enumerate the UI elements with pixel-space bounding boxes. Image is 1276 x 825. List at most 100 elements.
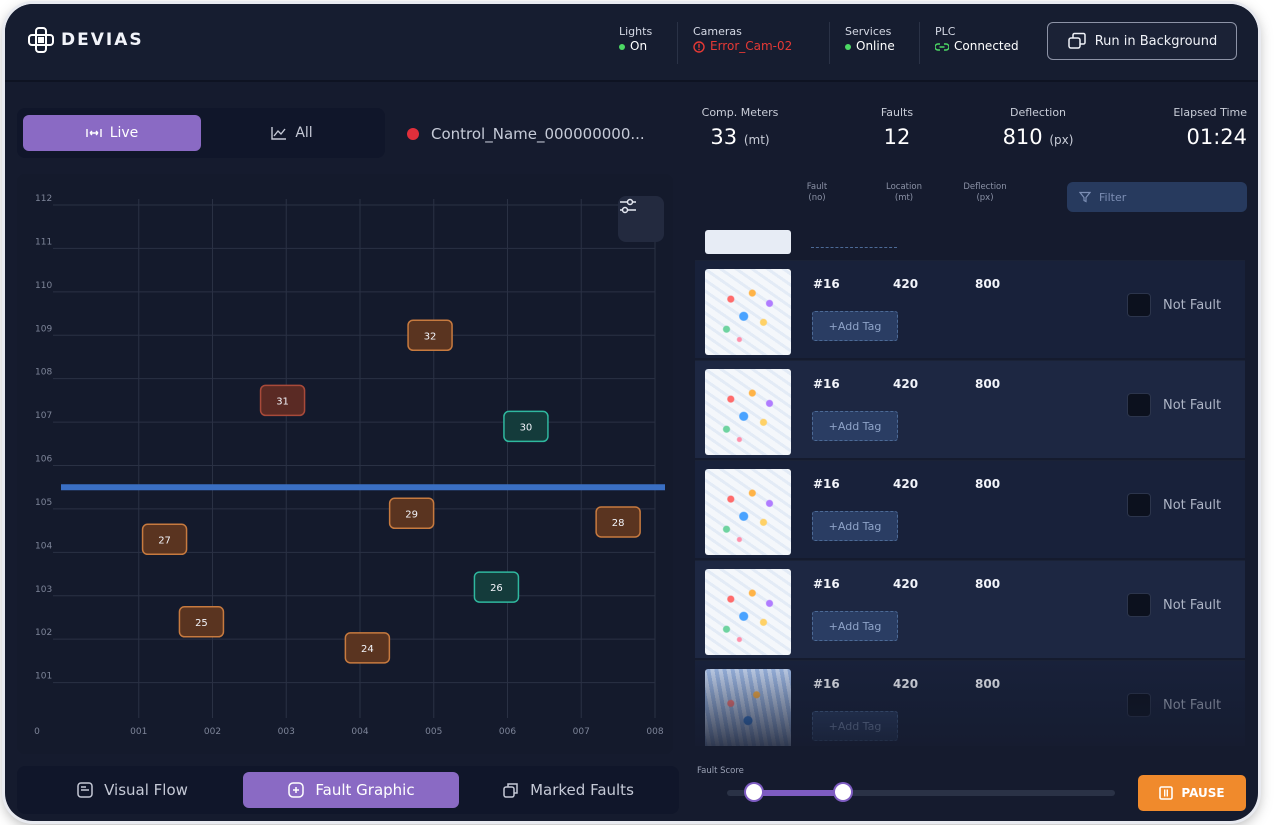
fault-id: #16 bbox=[813, 377, 840, 391]
fault-row[interactable]: #16 420 800 +Add Tag Not Fault bbox=[695, 660, 1245, 746]
tab-visual-flow[interactable]: Visual Flow bbox=[27, 772, 237, 808]
pause-label: PAUSE bbox=[1181, 786, 1225, 800]
tag-stub bbox=[811, 236, 897, 248]
add-tag-button[interactable]: +Add Tag bbox=[812, 611, 898, 641]
fault-deflection: 800 bbox=[975, 677, 1001, 691]
column-header-deflection[interactable]: Deflection (px) bbox=[953, 182, 1017, 204]
column-header-fault[interactable]: Fault (no) bbox=[795, 182, 839, 204]
not-fault-checkbox[interactable] bbox=[1127, 393, 1151, 417]
fault-deflection: 800 bbox=[975, 577, 1001, 591]
lights-label: Lights bbox=[619, 25, 653, 38]
chart-settings-button[interactable] bbox=[618, 196, 664, 242]
live-toggle-button[interactable]: Live bbox=[23, 115, 201, 151]
live-label: Live bbox=[109, 125, 139, 141]
stat-comp-meters-label: Comp. Meters bbox=[701, 106, 779, 119]
fault-thumbnail[interactable] bbox=[705, 230, 791, 254]
fault-thumbnail[interactable] bbox=[705, 469, 791, 555]
y-tick-label: 108 bbox=[35, 368, 52, 378]
logo-text: DEVIAS bbox=[61, 30, 144, 50]
fault-point-label: 25 bbox=[195, 618, 208, 629]
tab-fault-graphic[interactable]: Fault Graphic bbox=[243, 772, 459, 808]
add-tag-button[interactable]: +Add Tag bbox=[812, 511, 898, 541]
fault-deflection: 800 bbox=[975, 277, 1001, 291]
not-fault-label: Not Fault bbox=[1163, 397, 1222, 413]
tab-visual-flow-label: Visual Flow bbox=[104, 781, 188, 799]
stat-faults-label: Faults bbox=[880, 106, 914, 119]
tab-fault-graphic-label: Fault Graphic bbox=[315, 781, 415, 799]
fault-score-slider[interactable] bbox=[727, 790, 1115, 796]
y-tick-label: 107 bbox=[35, 411, 52, 421]
fault-point-label: 24 bbox=[361, 644, 374, 655]
x-tick-label: 007 bbox=[573, 727, 590, 737]
add-tag-button[interactable]: +Add Tag bbox=[812, 411, 898, 441]
y-tick-label: 106 bbox=[35, 455, 52, 465]
divider bbox=[919, 22, 920, 64]
marked-faults-icon bbox=[503, 783, 518, 798]
not-fault-toggle[interactable]: Not Fault bbox=[1127, 593, 1221, 617]
add-tag-button[interactable]: +Add Tag bbox=[812, 311, 898, 341]
add-tag-button[interactable]: +Add Tag bbox=[812, 711, 898, 741]
cameras-value: Error_Cam-02 bbox=[710, 39, 793, 53]
tab-marked-faults[interactable]: Marked Faults bbox=[465, 772, 671, 808]
fault-thumbnail[interactable] bbox=[705, 569, 791, 655]
not-fault-toggle[interactable]: Not Fault bbox=[1127, 393, 1221, 417]
stat-deflection-label: Deflection bbox=[1009, 106, 1067, 119]
fault-id: #16 bbox=[813, 277, 840, 291]
stat-comp-meters: Comp. Meters 33 (mt) bbox=[695, 106, 785, 149]
fault-id: #16 bbox=[813, 677, 840, 691]
fault-deflection: 800 bbox=[975, 477, 1001, 491]
cameras-label: Cameras bbox=[693, 25, 742, 38]
fault-point-label: 27 bbox=[158, 535, 171, 546]
fault-point-label: 29 bbox=[405, 509, 418, 520]
column-location-label: Location bbox=[886, 182, 922, 192]
fault-row[interactable]: #16 420 800 +Add Tag Not Fault bbox=[695, 360, 1245, 458]
x-tick-label: 003 bbox=[278, 727, 295, 737]
column-deflection-unit: (px) bbox=[976, 193, 994, 203]
fault-location: 420 bbox=[893, 377, 919, 391]
logo[interactable]: DEVIAS bbox=[27, 26, 144, 54]
plc-value: Connected bbox=[954, 39, 1019, 53]
control-name: Control_Name_000000000... bbox=[407, 125, 645, 143]
fault-score-min-handle[interactable] bbox=[746, 784, 763, 800]
stat-elapsed-value: 01:24 bbox=[1186, 125, 1247, 149]
fault-row[interactable]: #16 420 800 +Add Tag Not Fault bbox=[695, 460, 1245, 558]
visual-flow-icon bbox=[77, 782, 93, 798]
fault-thumbnail[interactable] bbox=[705, 669, 791, 746]
stat-faults: Faults 12 bbox=[857, 106, 937, 149]
recording-dot-icon bbox=[407, 128, 419, 140]
not-fault-checkbox[interactable] bbox=[1127, 493, 1151, 517]
fault-row[interactable]: #16 420 800 +Add Tag Not Fault bbox=[695, 260, 1245, 358]
x-tick-label: 005 bbox=[425, 727, 442, 737]
line-chart-icon bbox=[271, 127, 287, 140]
fault-point-label: 30 bbox=[520, 422, 533, 433]
services-label: Services bbox=[845, 25, 892, 38]
all-label: All bbox=[295, 125, 313, 141]
control-name-text: Control_Name_000000000... bbox=[431, 125, 645, 143]
fault-point-label: 32 bbox=[424, 331, 437, 342]
stat-comp-meters-value: 33 bbox=[710, 125, 738, 149]
not-fault-toggle[interactable]: Not Fault bbox=[1127, 493, 1221, 517]
sliders-icon bbox=[620, 198, 636, 214]
column-header-location[interactable]: Location (mt) bbox=[877, 182, 931, 204]
column-fault-label: Fault bbox=[806, 182, 828, 192]
fault-thumbnail[interactable] bbox=[705, 369, 791, 455]
fault-thumbnail[interactable] bbox=[705, 269, 791, 355]
pause-button[interactable]: PAUSE bbox=[1138, 775, 1246, 811]
live-icon bbox=[86, 129, 102, 137]
fault-id: #16 bbox=[813, 577, 840, 591]
all-toggle-button[interactable]: All bbox=[207, 115, 377, 151]
not-fault-checkbox[interactable] bbox=[1127, 593, 1151, 617]
fault-list[interactable]: #16 420 800 +Add Tag Not Fault #16 420 8… bbox=[695, 230, 1245, 746]
fault-row[interactable]: #16 420 800 +Add Tag Not Fault bbox=[695, 560, 1245, 658]
column-fault-unit: (no) bbox=[808, 193, 826, 203]
cameras-status[interactable]: Cameras Error_Cam-02 bbox=[693, 24, 792, 54]
fault-point-label: 26 bbox=[490, 583, 503, 594]
run-in-background-button[interactable]: Run in Background bbox=[1047, 22, 1237, 60]
not-fault-toggle[interactable]: Not Fault bbox=[1127, 293, 1221, 317]
filter-input[interactable]: Filter bbox=[1067, 182, 1247, 212]
not-fault-checkbox[interactable] bbox=[1127, 293, 1151, 317]
not-fault-toggle[interactable]: Not Fault bbox=[1127, 693, 1221, 717]
column-deflection-label: Deflection bbox=[963, 182, 1007, 192]
fault-score-max-handle[interactable] bbox=[835, 784, 852, 800]
not-fault-checkbox[interactable] bbox=[1127, 693, 1151, 717]
